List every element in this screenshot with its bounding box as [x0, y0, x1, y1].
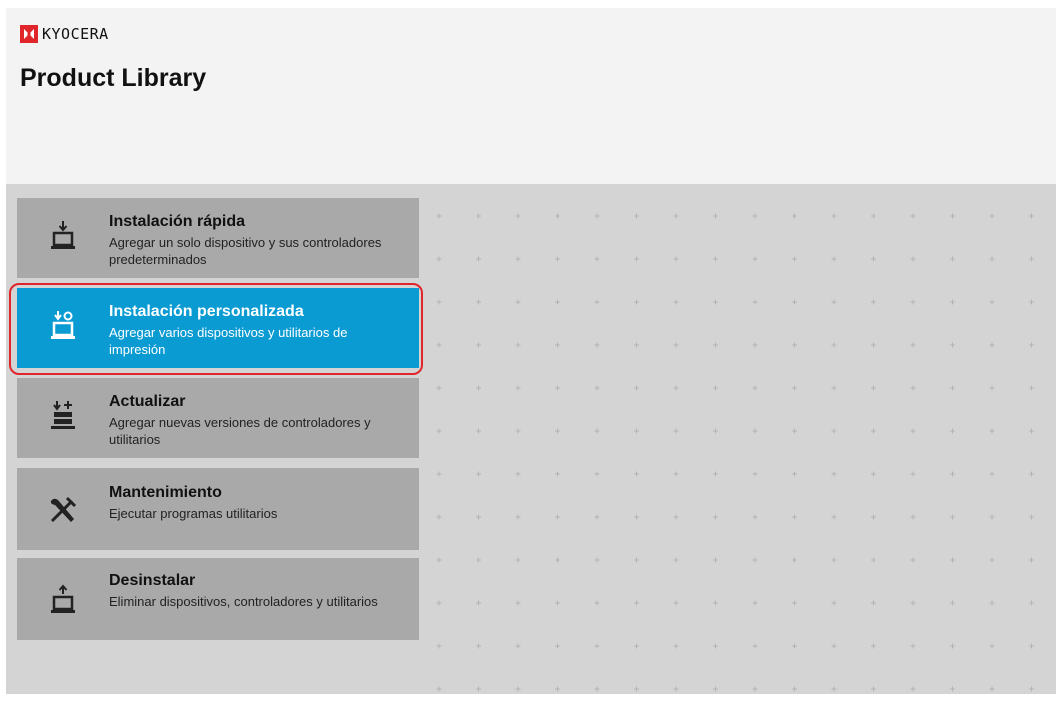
- maintenance-tools-icon: [50, 496, 77, 523]
- header: KYOCERA Product Library: [6, 8, 1056, 184]
- menu-item-description: Agregar varios dispositivos y utilitario…: [109, 325, 348, 357]
- menu-item-description: Agregar nuevas versiones de controladore…: [109, 415, 371, 447]
- menu-item-quick-install[interactable]: Instalación rápida Agregar un solo dispo…: [17, 198, 419, 278]
- menu-item-update[interactable]: Actualizar Agregar nuevas versiones de c…: [17, 378, 419, 458]
- brand: KYOCERA: [20, 24, 109, 44]
- menu-item-label: Desinstalar: [109, 572, 196, 589]
- menu-item-description: Ejecutar programas utilitarios: [109, 506, 278, 521]
- menu-item-maintenance[interactable]: Mantenimiento Ejecutar programas utilita…: [17, 468, 419, 550]
- menu-item-label: Mantenimiento: [109, 484, 222, 501]
- menu-item-description: Eliminar dispositivos, controladores y u…: [109, 594, 378, 609]
- menu-item-label: Instalación personalizada: [109, 303, 304, 320]
- menu-item-uninstall[interactable]: Desinstalar Eliminar dispositivos, contr…: [17, 558, 419, 640]
- dot-grid-background: [436, 213, 1034, 692]
- uninstall-icon: [51, 584, 75, 613]
- update-icon: [51, 401, 75, 429]
- brand-name: KYOCERA: [42, 25, 109, 43]
- main-content: Instalación rápida Agregar un solo dispo…: [6, 184, 1056, 694]
- kyocera-logo-icon: [20, 25, 38, 43]
- product-library-window: KYOCERA Product Library Instalación rápi…: [6, 8, 1056, 694]
- menu-item-label: Actualizar: [109, 393, 186, 410]
- custom-install-icon: [51, 311, 75, 339]
- menu-item-description: Agregar un solo dispositivo y sus contro…: [109, 235, 382, 267]
- menu-item-label: Instalación rápida: [109, 213, 246, 230]
- quick-install-icon: [51, 221, 75, 249]
- menu-item-custom-install[interactable]: Instalación personalizada Agregar varios…: [17, 288, 419, 368]
- page-title: Product Library: [20, 64, 207, 92]
